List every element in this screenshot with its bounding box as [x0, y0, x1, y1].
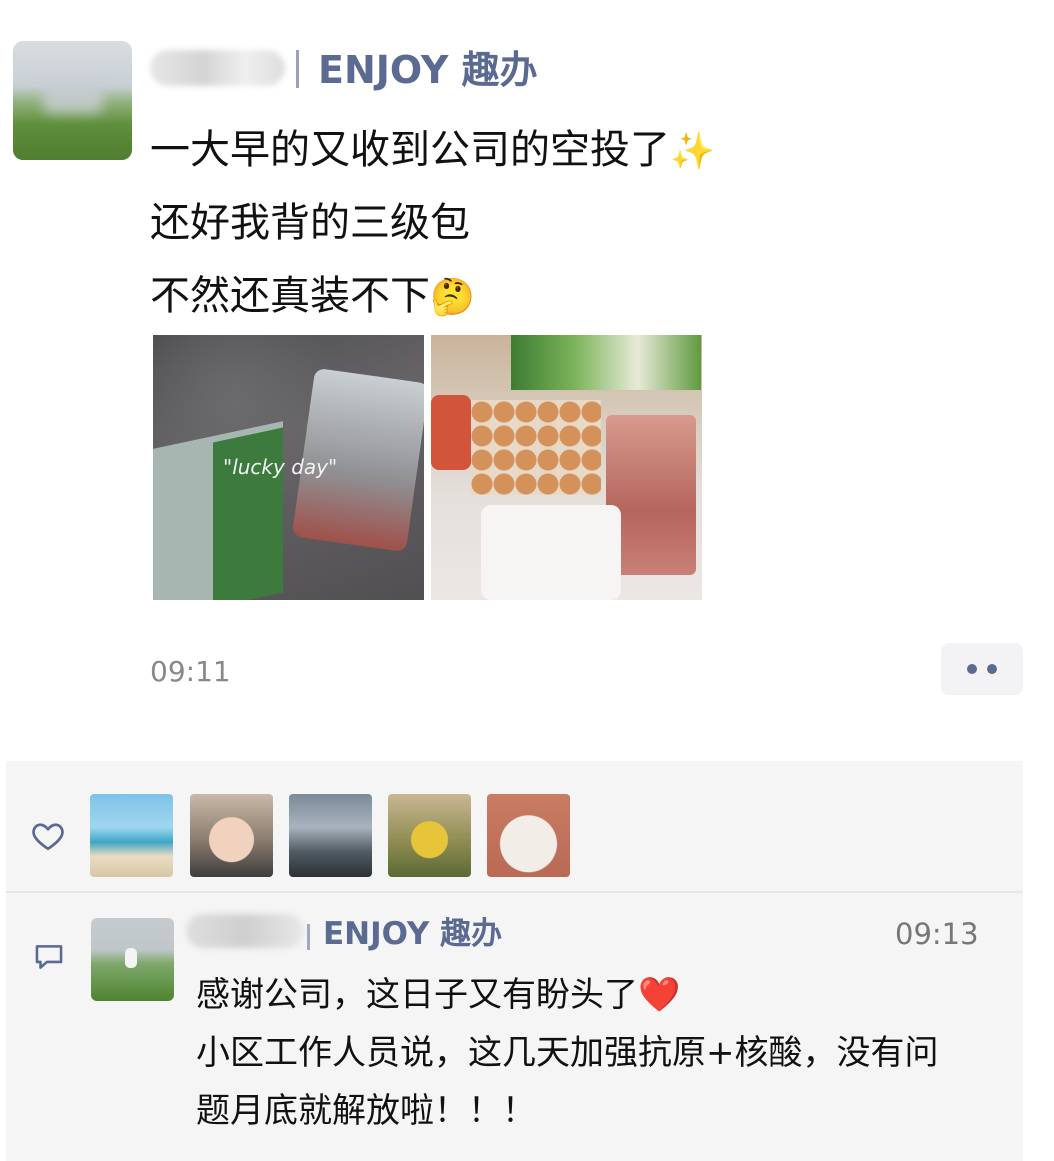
post-author-company[interactable]: ENJOY 趣办 — [318, 45, 538, 95]
liker-avatar[interactable] — [190, 794, 273, 877]
liker-avatar[interactable] — [90, 794, 173, 877]
liker-avatar[interactable] — [487, 794, 570, 877]
post-author-name-blurred[interactable] — [150, 50, 285, 86]
post-line-1: 一大早的又收到公司的空投了✨ — [150, 127, 715, 173]
comment-name-separator — [307, 924, 310, 950]
comment-icon — [35, 945, 63, 969]
comment-author-name-blurred[interactable] — [186, 914, 304, 948]
comment-line-1: 感谢公司，这日子又有盼头了❤️ — [196, 975, 681, 1015]
comment-content: 感谢公司，这日子又有盼头了❤️ 小区工作人员说，这几天加强抗原+核酸，没有问 题… — [196, 966, 1006, 1140]
post-photo-2[interactable] — [431, 335, 702, 600]
more-options-button[interactable] — [941, 643, 1023, 695]
more-dots-icon — [967, 664, 977, 674]
name-separator — [296, 50, 299, 88]
post-photo-1[interactable]: "lucky day" — [153, 335, 424, 600]
comment-author-company[interactable]: ENJOY 趣办 — [323, 914, 502, 954]
comment-line-3: 题月底就解放啦！！！ — [196, 1091, 536, 1131]
photo-caption: "lucky day" — [223, 455, 338, 479]
comment-author-avatar[interactable] — [91, 918, 174, 1001]
liker-avatar[interactable] — [388, 794, 471, 877]
post-line-3: 不然还真装不下🤔 — [150, 273, 475, 319]
post-time: 09:11 — [150, 655, 231, 688]
heart-icon: ❤️ — [638, 975, 681, 1015]
post-line-2: 还好我背的三级包 — [150, 200, 470, 246]
comment-time: 09:13 — [895, 917, 979, 951]
liker-avatar[interactable] — [289, 794, 372, 877]
heart-outline-icon — [32, 823, 64, 851]
sparkles-icon: ✨ — [670, 131, 715, 172]
post-author-avatar[interactable] — [13, 41, 132, 160]
comment-line-2: 小区工作人员说，这几天加强抗原+核酸，没有问 — [196, 1033, 939, 1073]
post-content: 一大早的又收到公司的空投了✨ 还好我背的三级包 不然还真装不下🤔 — [150, 114, 715, 333]
thinking-face-icon: 🤔 — [430, 277, 475, 318]
